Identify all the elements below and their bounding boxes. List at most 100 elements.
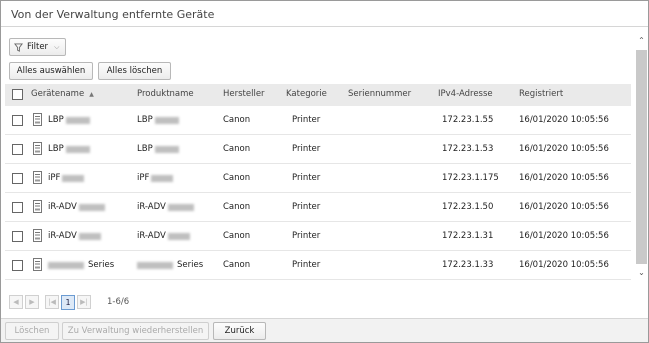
row-checkbox[interactable] [12,144,23,155]
cell-product: iR-ADV [137,202,194,212]
cell-name: iR-ADV [48,231,101,241]
next-page-icon[interactable]: ▶ [25,295,39,309]
printer-device-icon [33,142,42,155]
dialog-window: Von der Verwaltung entfernte Geräte Filt… [0,0,649,343]
table-row[interactable]: iPF iPF Canon Printer 172.23.1.175 16/01/2020… [5,164,631,193]
cell-category: Printer [292,260,321,270]
cell-registered: 16/01/2020 10:05:56 [519,260,609,270]
column-header-ipv4-address[interactable]: IPv4-Adresse [438,89,493,99]
restore-to-management-button[interactable]: Zu Verwaltung wiederherstellen [62,322,209,340]
delete-button[interactable]: Löschen [5,322,59,340]
cell-ip: 172.23.1.31 [442,231,494,241]
cell-category: Printer [292,115,321,125]
dialog-title: Von der Verwaltung entfernte Geräte [1,1,648,27]
cell-registered: 16/01/2020 10:05:56 [519,202,609,212]
cell-vendor: Canon [223,173,251,183]
cell-product: iPF [137,173,174,183]
cell-ip: 172.23.1.55 [442,115,494,125]
column-header-category[interactable]: Kategorie [286,89,327,99]
cell-ip: 172.23.1.50 [442,202,494,212]
pagination: ◀ ▶ |◀ 1 ▶| 1-6/6 [9,294,129,310]
chevron-down-icon: ⌵ [54,42,60,51]
column-header-product-name[interactable]: Produktname [137,89,194,99]
cell-name: Series [48,260,114,270]
row-checkbox[interactable] [12,231,23,242]
table-row[interactable]: iR-ADV iR-ADV Canon Printer 172.23.1.31 16/01… [5,222,631,251]
cell-registered: 16/01/2020 10:05:56 [519,144,609,154]
cell-name: LBP [48,115,90,125]
redacted-text [167,232,190,240]
table-header: Gerätename ▲ Produktname Hersteller Kateg… [5,84,631,106]
row-checkbox[interactable] [12,260,23,271]
table-row[interactable]: LBP LBP Canon Printer 172.23.1.53 16/01/2020 … [5,135,631,164]
cell-category: Printer [292,231,321,241]
cell-vendor: Canon [223,202,251,212]
scroll-down-icon[interactable]: ⌄ [635,266,648,279]
cell-category: Printer [292,173,321,183]
select-all-checkbox[interactable] [12,89,23,100]
cell-name: iR-ADV [48,202,105,212]
table-row[interactable]: Series Series Canon Printer 172.23.1.33 16/01… [5,251,631,280]
back-button[interactable]: Zurück [213,322,266,340]
column-header-vendor[interactable]: Hersteller [223,89,265,99]
page-number-current[interactable]: 1 [61,294,75,310]
cell-product: Series [137,260,203,270]
prev-page-icon[interactable]: ◀ [9,295,23,309]
printer-device-icon [33,229,42,242]
cell-ip: 172.23.1.53 [442,144,494,154]
cell-name: iPF [48,173,85,183]
cell-vendor: Canon [223,115,251,125]
page-range: 1-6/6 [107,297,130,307]
scrollbar-thumb[interactable] [636,50,647,264]
redacted-text [78,232,101,240]
funnel-icon [14,42,23,52]
printer-device-icon [33,171,42,184]
filter-label: Filter [27,42,49,52]
cell-ip: 172.23.1.175 [442,173,499,183]
printer-device-icon [33,200,42,213]
cell-vendor: Canon [223,144,251,154]
scroll-up-icon[interactable]: ⌃ [635,34,648,47]
redacted-text [154,116,179,124]
redacted-text [151,174,174,182]
row-checkbox[interactable] [12,202,23,213]
row-checkbox[interactable] [12,173,23,184]
column-header-serial-number[interactable]: Seriennummer [348,89,411,99]
redacted-text [62,174,85,182]
dialog-content: Filter ⌵ Alles auswählen Alles löschen G… [1,28,648,318]
printer-device-icon [33,258,42,271]
redacted-text [167,203,194,211]
row-checkbox[interactable] [12,115,23,126]
redacted-text [65,145,90,153]
redacted-text [154,145,179,153]
cell-name: LBP [48,144,90,154]
cell-registered: 16/01/2020 10:05:56 [519,115,609,125]
clear-all-button[interactable]: Alles löschen [98,62,171,80]
sort-ascending-icon: ▲ [89,91,94,98]
dialog-footer: Löschen Zu Verwaltung wiederherstellen Z… [1,318,648,342]
table-row[interactable]: LBP LBP Canon Printer 172.23.1.55 16/01/2020 … [5,106,631,135]
cell-category: Printer [292,202,321,212]
first-page-icon[interactable]: |◀ [45,295,59,309]
cell-registered: 16/01/2020 10:05:56 [519,173,609,183]
cell-product: LBP [137,115,179,125]
cell-vendor: Canon [223,260,251,270]
column-header-device-name[interactable]: Gerätename ▲ [31,89,94,99]
redacted-text [78,203,105,211]
redacted-text [48,261,84,269]
cell-product: iR-ADV [137,231,190,241]
redacted-text [137,261,173,269]
filter-button[interactable]: Filter ⌵ [9,38,66,56]
printer-device-icon [33,113,42,126]
cell-registered: 16/01/2020 10:05:56 [519,231,609,241]
last-page-icon[interactable]: ▶| [77,295,91,309]
cell-vendor: Canon [223,231,251,241]
cell-ip: 172.23.1.33 [442,260,494,270]
table-row[interactable]: iR-ADV iR-ADV Canon Printer 172.23.1.50 16/01… [5,193,631,222]
column-header-registered[interactable]: Registriert [519,89,563,99]
cell-product: LBP [137,144,179,154]
cell-category: Printer [292,144,321,154]
redacted-text [65,116,90,124]
select-all-button[interactable]: Alles auswählen [9,62,93,80]
vertical-scrollbar[interactable]: ⌃ ⌄ [635,34,648,281]
